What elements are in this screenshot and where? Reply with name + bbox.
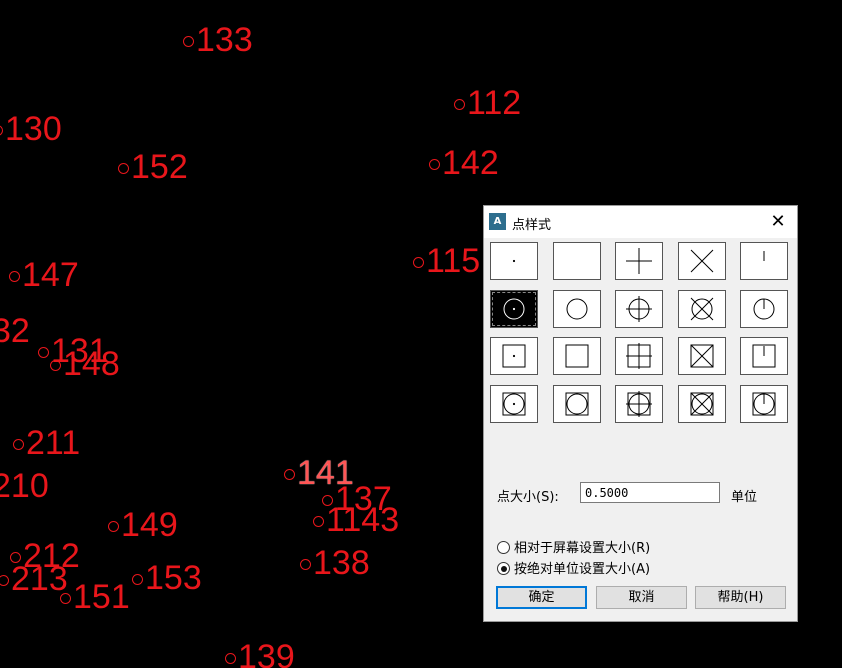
help-button[interactable]: 帮助(H) <box>695 586 786 609</box>
point-style-none-circle[interactable] <box>552 289 601 328</box>
point-style-dialog: A 点样式 ✕ 点大小(S): 单位 相对于屏幕设置大小(R) 按绝对单位设置大… <box>483 205 798 622</box>
point-size-label: 点大小(S): <box>497 490 559 505</box>
point-style-tick-circle[interactable] <box>740 289 788 328</box>
point-marker-icon <box>9 271 20 282</box>
ok-button[interactable]: 确定 <box>496 586 587 609</box>
point-marker-icon <box>0 575 9 586</box>
app-icon: A <box>489 213 506 230</box>
radio-absolute-units[interactable]: 按绝对单位设置大小(A) <box>497 558 650 577</box>
point-label: 148 <box>50 347 120 381</box>
point-label: 142 <box>429 146 499 180</box>
radio-button-icon[interactable] <box>497 562 510 575</box>
point-style-tick-circle-square[interactable] <box>740 384 788 423</box>
point-style-cross-circle-square[interactable] <box>677 384 726 423</box>
point-marker-icon <box>38 347 49 358</box>
radio-relative-to-screen[interactable]: 相对于屏幕设置大小(R) <box>497 537 650 556</box>
point-style-none-square[interactable] <box>552 337 601 375</box>
close-icon[interactable]: ✕ <box>765 209 791 235</box>
point-marker-icon <box>108 521 119 532</box>
point-marker-icon <box>183 36 194 47</box>
point-style-dot-circle[interactable] <box>490 289 538 328</box>
point-label: 133 <box>183 23 253 57</box>
point-style-plus[interactable] <box>615 242 663 280</box>
point-marker-icon <box>13 439 24 450</box>
cancel-button[interactable]: 取消 <box>596 586 687 609</box>
point-style-cross-circle[interactable] <box>677 289 726 328</box>
point-marker-icon <box>60 593 71 604</box>
point-label: 213 <box>0 562 68 596</box>
point-label: 139 <box>225 640 295 668</box>
point-label: 149 <box>108 508 178 542</box>
point-label: 115 <box>413 244 480 278</box>
point-label: 112 <box>454 86 521 120</box>
radio-button-icon[interactable] <box>497 541 510 554</box>
dialog-titlebar[interactable]: A 点样式 ✕ <box>484 206 797 238</box>
point-marker-icon <box>313 516 324 527</box>
point-label: 210 <box>0 467 49 505</box>
dialog-title: 点样式 <box>512 218 552 233</box>
point-style-dot[interactable] <box>490 242 538 280</box>
point-label: 153 <box>132 561 202 595</box>
point-label: 138 <box>300 546 370 580</box>
point-style-tick-square[interactable] <box>740 337 788 375</box>
point-style-cross[interactable] <box>677 242 726 280</box>
point-style-plus-circle-square[interactable] <box>615 384 663 423</box>
point-label: 152 <box>118 150 188 184</box>
point-label: 147 <box>9 258 79 292</box>
point-style-plus-square[interactable] <box>615 337 663 375</box>
point-marker-icon <box>225 653 236 664</box>
point-marker-icon <box>0 125 3 136</box>
point-label: 151 <box>60 580 130 614</box>
point-marker-icon <box>454 99 465 110</box>
point-label: 1143 <box>313 503 399 537</box>
point-marker-icon <box>429 159 440 170</box>
point-label: 32 <box>0 312 30 350</box>
point-marker-icon <box>118 163 129 174</box>
point-marker-icon <box>413 257 424 268</box>
point-marker-icon <box>132 574 143 585</box>
point-style-cross-square[interactable] <box>677 337 726 375</box>
point-size-input[interactable] <box>580 482 720 503</box>
point-label: 130 <box>0 112 62 146</box>
point-style-plus-circle[interactable] <box>615 289 663 328</box>
point-label: 211 <box>13 426 80 460</box>
point-style-dot-circle-square[interactable] <box>490 384 538 423</box>
point-marker-icon <box>50 360 61 371</box>
point-style-dot-square[interactable] <box>490 337 538 375</box>
point-marker-icon <box>300 559 311 570</box>
point-style-tick[interactable] <box>740 242 788 280</box>
point-marker-icon <box>284 469 295 480</box>
point-style-none-circle-square[interactable] <box>552 384 601 423</box>
unit-label: 单位 <box>731 490 758 505</box>
point-style-none[interactable] <box>552 242 601 280</box>
